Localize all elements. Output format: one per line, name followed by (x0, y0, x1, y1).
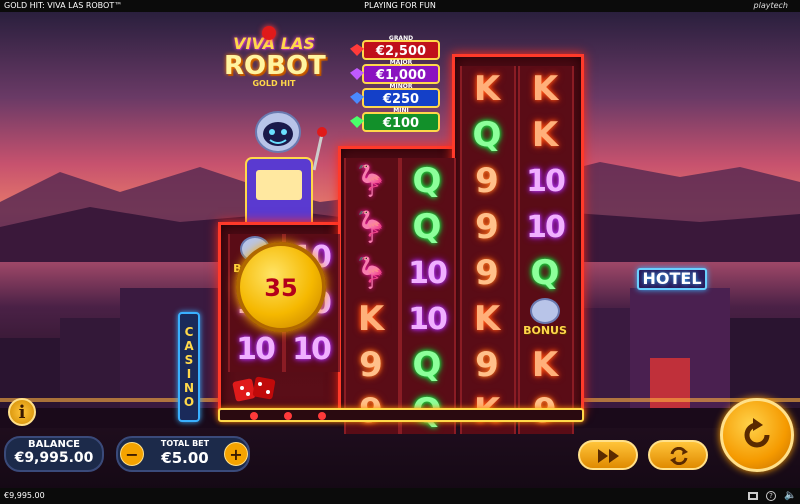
gem-green-icon (350, 116, 364, 128)
symbol-9: 9 (475, 161, 499, 201)
base-light (318, 412, 326, 420)
play-mode-label: PLAYING FOR FUN (364, 1, 436, 10)
symbol-10: 10 (526, 163, 566, 199)
gem-blue-icon (350, 92, 364, 104)
symbol-9: 9 (475, 345, 499, 385)
jackpot-grand: GRAND €2,500 (350, 35, 440, 60)
gem-purple-icon (350, 68, 364, 80)
symbol-10: 10 (236, 331, 276, 367)
symbol-q: Q (412, 161, 442, 201)
gold-coin: 35 (236, 242, 326, 332)
jackpot-minor-value: €250 (382, 92, 420, 107)
fast-forward-icon (598, 449, 619, 463)
plus-icon: + (229, 444, 243, 464)
jackpot-minor: MINOR €250 (350, 83, 440, 108)
total-bet-label: TOTAL BET (160, 439, 210, 448)
jackpot-major-label: MAJOR (389, 59, 413, 66)
autoplay-icon (670, 447, 688, 465)
balance-panel: BALANCE €9,995.00 (4, 436, 104, 472)
bonus-symbol: BONUS (518, 296, 572, 342)
base-light (284, 412, 292, 420)
brand-logo: playtech (753, 1, 788, 10)
bonus-robot-icon (530, 298, 560, 324)
logo-line2: ROBOT (224, 51, 326, 81)
info-button[interactable]: i (8, 398, 36, 426)
flamingo-icon: 🦩 (352, 163, 390, 199)
jackpot-mini-value: €100 (382, 116, 420, 131)
total-bet-value: €5.00 (161, 449, 209, 467)
coin-value: 35 (264, 274, 298, 302)
flamingo-icon: 🦩 (352, 255, 390, 291)
turbo-button[interactable] (578, 440, 638, 470)
bonus-label: BONUS (523, 324, 567, 337)
help-icon[interactable]: ? (766, 491, 776, 501)
symbol-k: K (473, 299, 501, 339)
spin-icon (744, 418, 770, 448)
casino-sign: CASINO (178, 312, 200, 422)
logo-lamp (262, 26, 276, 40)
bet-panel: − TOTAL BET €5.00 + (116, 436, 250, 472)
symbol-k: K (473, 69, 501, 109)
symbol-k: K (531, 115, 559, 155)
dice-icon (232, 376, 276, 402)
symbol-9: 9 (359, 345, 383, 385)
bottom-bar: €9,995.00 ? 🔈 (0, 488, 800, 504)
reel-base (218, 408, 584, 422)
base-light (250, 412, 258, 420)
jackpot-mini: MINI €100 (350, 107, 440, 132)
bet-decrease-button[interactable]: − (120, 442, 144, 466)
footer-balance: €9,995.00 (4, 491, 45, 500)
symbol-k: K (531, 345, 559, 385)
casino-sign-label: CASINO (182, 325, 196, 409)
bet-increase-button[interactable]: + (224, 442, 248, 466)
jackpot-mini-label: MINI (393, 107, 409, 114)
top-bar: GOLD HIT: VIVA LAS ROBOT™ PLAYING FOR FU… (0, 0, 800, 12)
autoplay-button[interactable] (648, 440, 708, 470)
jackpot-major: MAJOR €1,000 (350, 59, 440, 84)
gem-red-icon (350, 44, 364, 56)
symbol-10: 10 (408, 255, 448, 291)
symbol-q: Q (412, 345, 442, 385)
spin-button[interactable] (720, 398, 794, 472)
balance-value: €9,995.00 (14, 450, 94, 466)
robot-slot-machine (245, 111, 327, 229)
grid-menu-icon[interactable] (748, 492, 758, 500)
symbol-q: Q (412, 207, 442, 247)
symbol-9: 9 (475, 207, 499, 247)
symbol-k: K (357, 299, 385, 339)
jackpot-minor-label: MINOR (389, 83, 413, 90)
info-icon: i (18, 401, 26, 423)
game-scene: HOTEL CASINO VIVA LAS ROBOT GOLD HIT GRA… (0, 12, 800, 488)
jackpot-major-value: €1,000 (375, 68, 427, 83)
balance-label: BALANCE (27, 439, 80, 450)
game-logo: VIVA LAS ROBOT GOLD HIT (224, 34, 326, 104)
minus-icon: − (125, 444, 139, 464)
symbol-10: 10 (408, 301, 448, 337)
symbol-k: K (531, 69, 559, 109)
hotel-sign: HOTEL (637, 268, 707, 290)
jackpot-grand-label: GRAND (388, 35, 414, 42)
symbol-10: 10 (292, 331, 332, 367)
symbol-q: Q (530, 253, 560, 293)
symbol-10: 10 (526, 209, 566, 245)
symbol-9: 9 (475, 253, 499, 293)
sound-icon[interactable]: 🔈 (784, 488, 796, 504)
jackpot-grand-value: €2,500 (375, 44, 427, 59)
symbol-q: Q (472, 115, 502, 155)
flamingo-icon: 🦩 (352, 209, 390, 245)
